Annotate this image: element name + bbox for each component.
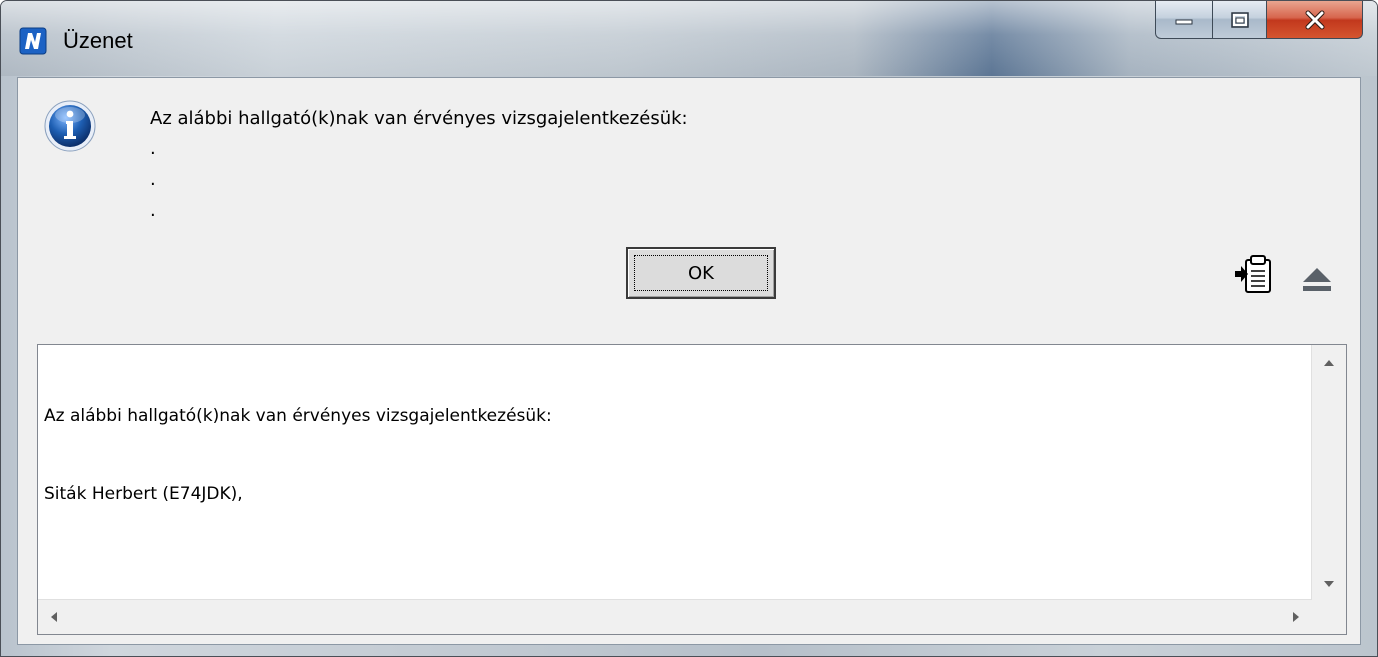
scroll-right-arrow-icon[interactable] bbox=[1292, 611, 1300, 623]
title-bar[interactable]: Üzenet bbox=[1, 1, 1377, 76]
scroll-left-arrow-icon[interactable] bbox=[50, 611, 58, 623]
dialog-body: Az alábbi hallgató(k)nak van érvényes vi… bbox=[17, 77, 1361, 645]
info-icon bbox=[44, 100, 96, 152]
maximize-button[interactable] bbox=[1213, 1, 1267, 39]
scroll-up-arrow-icon[interactable] bbox=[1323, 359, 1335, 367]
details-text-area[interactable]: Az alábbi hallgató(k)nak van érvényes vi… bbox=[37, 344, 1347, 635]
caption-buttons bbox=[1155, 1, 1363, 41]
details-content[interactable]: Az alábbi hallgató(k)nak van érvényes vi… bbox=[44, 351, 552, 559]
close-button[interactable] bbox=[1267, 1, 1363, 39]
close-icon bbox=[1305, 10, 1324, 29]
message-text: Az alábbi hallgató(k)nak van érvényes vi… bbox=[150, 108, 688, 129]
message-dialog-window: Üzenet Az alábbi hallgató(k)nak van érvé… bbox=[0, 0, 1378, 657]
focus-rect bbox=[634, 255, 768, 291]
minimize-button[interactable] bbox=[1155, 1, 1213, 39]
dot-line: . bbox=[150, 169, 156, 190]
details-line: Siták Herbert (E74JDK), bbox=[44, 484, 243, 504]
dot-line: . bbox=[150, 138, 156, 159]
dot-line: . bbox=[150, 200, 156, 221]
copy-to-clipboard-icon[interactable] bbox=[1234, 254, 1276, 296]
vertical-scrollbar[interactable] bbox=[1311, 345, 1346, 634]
scroll-down-arrow-icon[interactable] bbox=[1323, 580, 1335, 588]
app-logo-icon bbox=[19, 27, 47, 55]
scrollbar-corner bbox=[1312, 600, 1346, 634]
message-ellipsis: . . . bbox=[150, 133, 156, 226]
ok-button[interactable]: OK bbox=[626, 247, 776, 299]
eject-collapse-icon[interactable] bbox=[1300, 264, 1334, 294]
minimize-icon bbox=[1175, 19, 1193, 24]
details-line: Az alábbi hallgató(k)nak van érvényes vi… bbox=[44, 406, 552, 426]
maximize-icon bbox=[1230, 11, 1249, 28]
horizontal-scrollbar[interactable] bbox=[38, 599, 1312, 634]
window-title: Üzenet bbox=[63, 28, 133, 53]
